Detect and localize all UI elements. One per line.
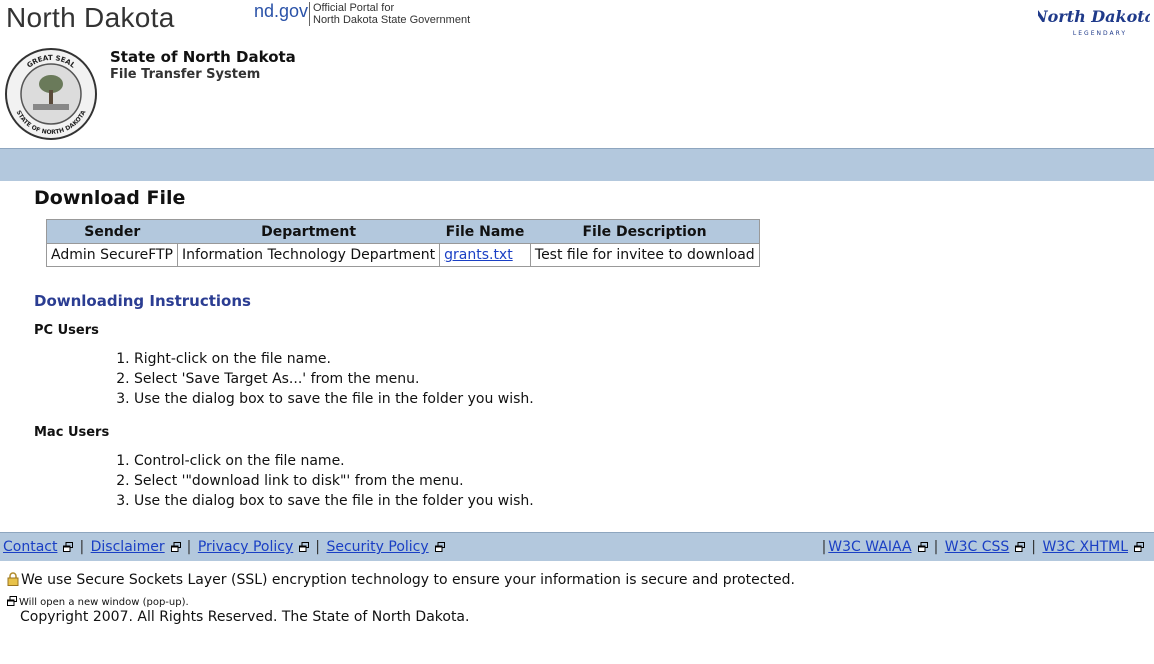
popup-window-icon	[7, 596, 17, 606]
w3c-waiaa-link[interactable]: W3C WAIAA	[828, 539, 911, 555]
popup-window-icon	[299, 542, 310, 552]
ssl-notice: We use Secure Sockets Layer (SSL) encryp…	[7, 572, 795, 588]
popup-window-icon	[1015, 542, 1026, 552]
legendary-tagline: LEGENDARY	[1073, 30, 1127, 37]
portal-line-2: North Dakota State Government	[313, 14, 471, 26]
footer-links-bar: Contact | Disclaimer | Privacy Policy | Sec…	[0, 532, 1154, 561]
separator: |	[821, 539, 827, 555]
copyright-text: Copyright 2007. All Rights Reserved. The…	[20, 609, 470, 625]
legendary-logo[interactable]: North Dakota LEGENDARY	[1038, 2, 1150, 38]
separator: |	[186, 539, 192, 555]
column-header-department: Department	[177, 219, 440, 244]
popup-note: Will open a new window (pop-up).	[7, 596, 189, 608]
popup-window-icon	[1134, 542, 1144, 552]
north-dakota-wordmark[interactable]: North Dakota	[6, 2, 175, 34]
separator: |	[1031, 539, 1037, 555]
state-title: State of North Dakota	[110, 48, 296, 66]
footer-right-links: | W3C WAIAA | W3C CSS | W3C XHTML	[820, 539, 1148, 555]
file-download-link[interactable]: grants.txt	[444, 247, 513, 263]
great-seal-image: GREAT SEAL STATE OF NORTH DAKOTA	[5, 48, 97, 140]
popup-window-icon	[170, 542, 181, 552]
w3c-xhtml-link[interactable]: W3C XHTML	[1042, 539, 1128, 555]
instructions-title: Downloading Instructions	[34, 292, 251, 310]
file-description-cell: Test file for invitee to download	[529, 243, 760, 267]
popup-window-icon	[917, 542, 928, 552]
column-header-file-name: File Name	[439, 219, 531, 244]
w3c-css-link[interactable]: W3C CSS	[945, 539, 1010, 555]
mac-users-heading: Mac Users	[34, 425, 110, 440]
ndgov-logo[interactable]: nd.gov	[254, 1, 308, 22]
privacy-policy-link[interactable]: Privacy Policy	[198, 539, 293, 555]
column-header-sender: Sender	[46, 219, 178, 244]
header-nav-bar	[0, 148, 1154, 181]
download-file-table: Sender Department File Name File Descrip…	[45, 219, 760, 267]
list-item: Select '"download link to disk"' from th…	[134, 471, 534, 491]
list-item: Use the dialog box to save the file in t…	[134, 491, 534, 511]
popup-note-text: Will open a new window (pop-up).	[19, 597, 189, 608]
list-item: Right-click on the file name.	[134, 349, 534, 369]
ssl-notice-text: We use Secure Sockets Layer (SSL) encryp…	[21, 572, 795, 588]
separator: |	[315, 539, 320, 555]
footer-left-links: Contact | Disclaimer | Privacy Policy | Sec…	[3, 539, 449, 555]
separator: |	[933, 539, 939, 555]
lock-icon	[7, 572, 19, 586]
portal-caption: Official Portal for North Dakota State G…	[309, 2, 470, 26]
portal-line-1: Official Portal for	[313, 2, 395, 14]
list-item: Select 'Save Target As...' from the menu…	[134, 369, 534, 389]
sender-cell: Admin SecureFTP	[45, 243, 179, 267]
separator: |	[79, 539, 85, 555]
table-header-row: Sender Department File Name File Descrip…	[46, 219, 760, 244]
legendary-logo-text: North Dakota	[1038, 7, 1150, 26]
department-cell: Information Technology Department	[177, 243, 441, 267]
pc-users-heading: PC Users	[34, 323, 99, 338]
contact-link[interactable]: Contact	[3, 539, 57, 555]
security-policy-link[interactable]: Security Policy	[326, 539, 428, 555]
mac-steps-list: Control-click on the file name. Select '…	[114, 451, 534, 511]
system-title: File Transfer System	[110, 67, 261, 82]
table-row: Admin SecureFTP Information Technology D…	[45, 243, 760, 267]
top-banner: North Dakota nd.gov Official Portal for …	[0, 0, 1154, 40]
list-item: Use the dialog box to save the file in t…	[134, 389, 534, 409]
list-item: Control-click on the file name.	[134, 451, 534, 471]
pc-steps-list: Right-click on the file name. Select 'Sa…	[114, 349, 534, 409]
popup-window-icon	[434, 542, 445, 552]
popup-window-icon	[63, 542, 74, 552]
disclaimer-link[interactable]: Disclaimer	[91, 539, 165, 555]
file-name-cell: grants.txt	[439, 243, 531, 267]
column-header-file-description: File Description	[530, 219, 760, 244]
download-file-title: Download File	[34, 187, 186, 209]
